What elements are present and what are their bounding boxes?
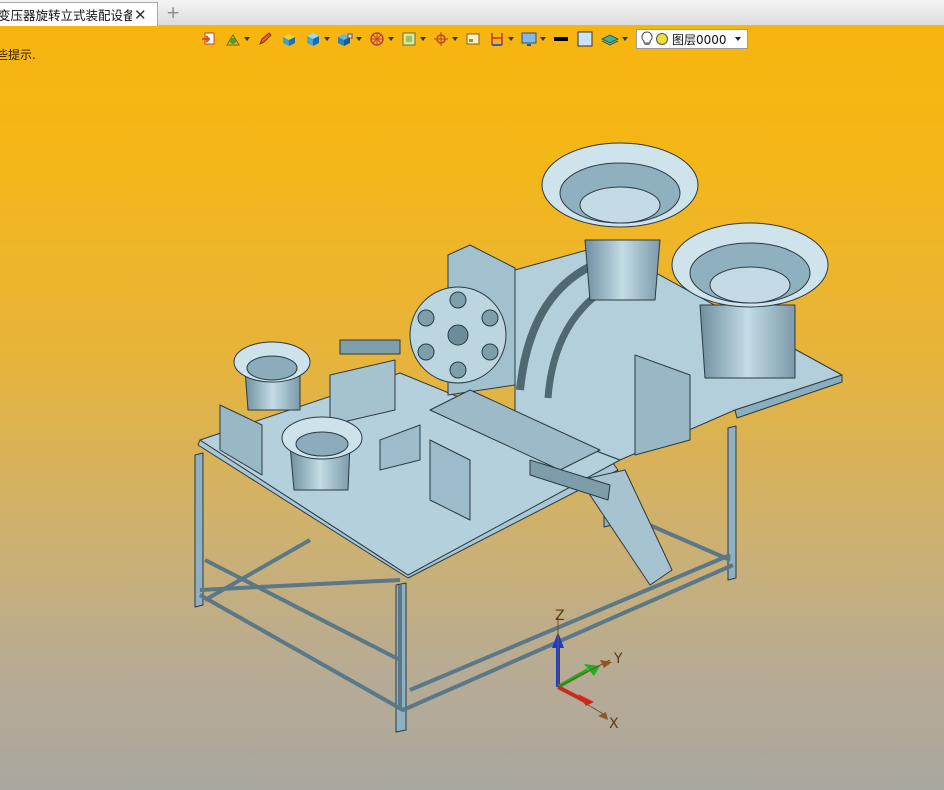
- tab-bar: 变压器旋转立式装配设备] ✕ +: [0, 0, 944, 26]
- assembly-model: [194, 142, 843, 733]
- axis-y-label: Y: [613, 651, 623, 667]
- axis-z-label: Z: [555, 608, 565, 624]
- close-icon[interactable]: ✕: [134, 6, 147, 24]
- axis-x-label: X: [609, 716, 619, 732]
- model-viewport[interactable]: Z Y X: [0, 26, 944, 790]
- new-tab-icon[interactable]: +: [166, 3, 180, 23]
- document-tab-title: 变压器旋转立式装配设备]: [0, 8, 132, 23]
- document-tab[interactable]: 变压器旋转立式装配设备] ✕: [0, 2, 158, 26]
